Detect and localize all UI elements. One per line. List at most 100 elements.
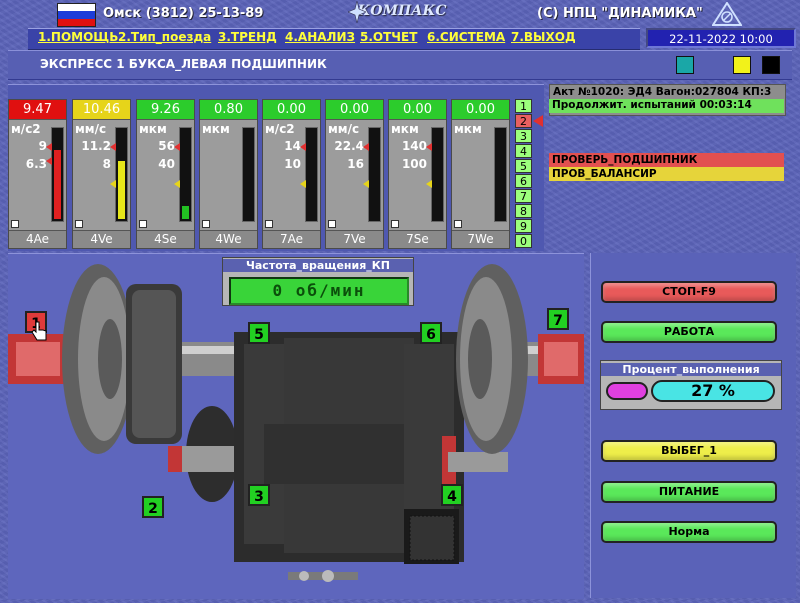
channel-unit: мкм <box>139 122 167 136</box>
channel-level-bar <box>242 127 255 222</box>
power-button[interactable]: ПИТАНИЕ <box>601 481 777 503</box>
progress-value: 27 % <box>651 380 775 402</box>
test-duration-row: Продолжит. испытаний 00:03:14 <box>549 99 784 113</box>
channel-unit: мкм <box>391 122 419 136</box>
channel-number-button[interactable]: 1 <box>515 99 532 113</box>
channel-unit: мм/с <box>328 122 360 136</box>
datetime-display: 22-11-2022 10:00 <box>646 28 796 48</box>
menu-item-system[interactable]: 6.СИСТЕМА <box>427 30 505 44</box>
channel-number-button[interactable]: 7 <box>515 189 532 203</box>
sensor-5[interactable]: 5 <box>248 322 270 344</box>
progress-title: Процент_выполнения <box>601 363 781 376</box>
flag-stripe-red <box>58 18 95 26</box>
color-square-black[interactable] <box>762 56 780 74</box>
channel-number-button[interactable]: 8 <box>515 204 532 218</box>
menu-item-train-type[interactable]: 2.Тип_поезда <box>118 30 211 44</box>
channel-label: 7Ae <box>263 230 320 248</box>
channel-level-bar <box>115 127 128 222</box>
channel-unit: мкм <box>454 122 482 136</box>
channel-number-button[interactable]: 2 <box>515 114 532 128</box>
channel-card[interactable]: 0.00 м/с2 14 10 7Ae <box>262 99 321 249</box>
logo-star-icon <box>348 1 366 23</box>
channel-threshold-marker-icon <box>426 180 432 188</box>
sensor-6[interactable]: 6 <box>420 322 442 344</box>
russia-flag-icon <box>57 3 96 27</box>
channel-level-fill <box>54 150 61 219</box>
copyright-text: (С) НПЦ "ДИНАМИКА" <box>537 6 703 21</box>
top-bar: Омск (3812) 25-13-89 КОМПАКС (С) НПЦ "ДИ… <box>0 0 800 28</box>
control-panel <box>590 253 796 598</box>
channel-card[interactable]: 9.47 м/с2 9 6.3 4Ae <box>8 99 67 249</box>
channel-value: 9.47 <box>9 100 66 120</box>
color-square-teal[interactable] <box>676 56 694 74</box>
channel-card[interactable]: 0.00 мкм 140 100 7Se <box>388 99 447 249</box>
channel-threshold-marker-icon <box>363 180 369 188</box>
channel-threshold-high: 56 <box>158 139 175 153</box>
channel-alarm-marker-icon <box>174 143 180 151</box>
channel-card[interactable]: 0.00 мкм 7We <box>451 99 510 249</box>
channel-unit: мкм <box>202 122 230 136</box>
channel-select-box[interactable] <box>328 220 336 228</box>
work-button[interactable]: РАБОТА <box>601 321 777 343</box>
sensor-4[interactable]: 4 <box>441 484 463 506</box>
warning-check-balancer: ПРОВ_БАЛАНСИР <box>549 167 784 181</box>
channel-level-fill <box>118 161 125 219</box>
channel-level-bar <box>368 127 381 222</box>
channel-select-box[interactable] <box>202 220 210 228</box>
sensor-3[interactable]: 3 <box>248 484 270 506</box>
channel-card[interactable]: 10.46 мм/с 11.2 8 4Ve <box>72 99 131 249</box>
channel-number-button[interactable]: 5 <box>515 159 532 173</box>
menu-item-analysis[interactable]: 4.АНАЛИЗ <box>285 30 355 44</box>
menu-item-help[interactable]: 1.ПОМОЩЬ <box>38 30 118 44</box>
channel-label: 7We <box>452 230 509 248</box>
flag-stripe-white <box>58 4 95 12</box>
channel-select-box[interactable] <box>11 220 19 228</box>
channel-threshold-high: 140 <box>401 139 427 153</box>
warning-check-bearing: ПРОВЕРЬ_ПОДШИПНИК <box>549 153 784 167</box>
menu-item-trend[interactable]: 3.ТРЕНД <box>218 30 277 44</box>
channel-alarm-marker-icon <box>46 143 52 151</box>
color-square-yellow[interactable] <box>733 56 751 74</box>
channel-alarm-marker-icon <box>426 143 432 151</box>
channel-alarm-marker-icon <box>300 143 306 151</box>
channel-number-button[interactable]: 9 <box>515 219 532 233</box>
channel-card[interactable]: 0.80 мкм 4We <box>199 99 258 249</box>
channel-select-box[interactable] <box>454 220 462 228</box>
channel-card[interactable]: 0.00 мм/с 22.4 16 7Ve <box>325 99 384 249</box>
channel-number-button[interactable]: 3 <box>515 129 532 143</box>
channel-threshold-low: 40 <box>158 157 175 171</box>
sensor-7[interactable]: 7 <box>547 308 569 330</box>
channel-label: 4We <box>200 230 257 248</box>
channel-label: 7Ve <box>326 230 383 248</box>
coast-button[interactable]: ВЫБЕГ_1 <box>601 440 777 462</box>
channel-value: 9.26 <box>137 100 194 120</box>
channel-select-box[interactable] <box>265 220 273 228</box>
channel-number-button[interactable]: 4 <box>515 144 532 158</box>
channel-threshold-low: 16 <box>347 157 364 171</box>
channel-number-button[interactable]: 6 <box>515 174 532 188</box>
compax-logo: КОМПАКС <box>348 1 448 23</box>
stop-button[interactable]: СТОП-F9 <box>601 281 777 303</box>
sensor-2[interactable]: 2 <box>142 496 164 518</box>
channel-level-bar <box>494 127 507 222</box>
channel-level-bar <box>51 127 64 222</box>
channel-level-bar <box>431 127 444 222</box>
channel-select-box[interactable] <box>391 220 399 228</box>
channel-alarm-marker-icon <box>363 143 369 151</box>
menu-item-exit[interactable]: 7.ВЫХОД <box>511 30 576 44</box>
channel-threshold-marker-icon <box>46 157 52 165</box>
channel-card[interactable]: 9.26 мкм 56 40 4Se <box>136 99 195 249</box>
channel-alarm-marker-icon <box>110 143 116 151</box>
main-menu: 1.ПОМОЩЬ 2.Тип_поезда 3.ТРЕНД 4.АНАЛИЗ 5… <box>28 28 640 50</box>
channel-select-box[interactable] <box>75 220 83 228</box>
channel-select-box[interactable] <box>139 220 147 228</box>
channel-number-button[interactable]: 0 <box>515 234 532 248</box>
page-title: ЭКСПРЕСС 1 БУКСА_ЛЕВАЯ ПОДШИПНИК <box>40 57 327 71</box>
rpm-value: 0 об/мин <box>229 277 409 305</box>
normal-button[interactable]: Норма <box>601 521 777 543</box>
channel-threshold-high: 9 <box>38 139 47 153</box>
act-line-1: Акт №1020: ЭД4 Вагон:027804 КП:3 <box>553 86 772 98</box>
channel-label: 4Se <box>137 230 194 248</box>
channel-unit: м/с2 <box>11 122 41 136</box>
menu-item-report[interactable]: 5.ОТЧЕТ <box>360 30 417 44</box>
